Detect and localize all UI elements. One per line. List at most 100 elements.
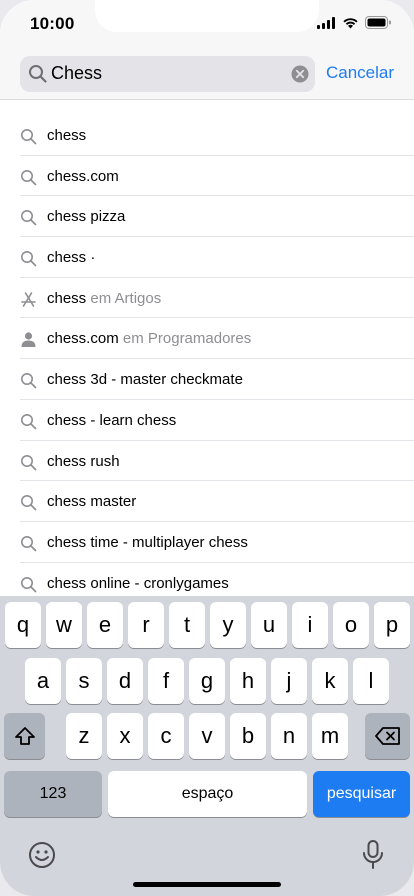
cancel-button[interactable]: Cancelar bbox=[326, 63, 394, 83]
wifi-icon bbox=[343, 17, 358, 28]
clear-icon[interactable] bbox=[291, 65, 309, 83]
suggestion-text: chess em Artigos bbox=[47, 290, 161, 307]
key-u[interactable]: u bbox=[251, 602, 287, 648]
suggestion-row[interactable]: chess - learn chess bbox=[0, 400, 414, 441]
person-icon bbox=[21, 332, 36, 348]
suggestion-text: chess pizza bbox=[47, 208, 125, 225]
status-icons bbox=[317, 16, 392, 29]
suggestion-row[interactable]: chess pizza bbox=[0, 196, 414, 238]
battery-icon bbox=[365, 16, 391, 29]
suggestion-label: chess bbox=[47, 289, 87, 307]
signal-icon bbox=[317, 16, 335, 29]
key-t[interactable]: t bbox=[169, 602, 205, 648]
key-r[interactable]: r bbox=[128, 602, 164, 648]
numbers-key[interactable]: 123 bbox=[4, 771, 102, 817]
suggestion-row[interactable]: chess master bbox=[0, 481, 414, 522]
key-k[interactable]: k bbox=[312, 658, 348, 704]
app-store-icon bbox=[21, 291, 36, 307]
search-icon bbox=[21, 210, 37, 226]
search-icon bbox=[21, 251, 37, 267]
search-icon bbox=[21, 169, 37, 186]
key-g[interactable]: g bbox=[189, 658, 225, 704]
key-x[interactable]: x bbox=[107, 713, 143, 759]
keyboard: 123 espaço pesquisar qwertyuiop asdfghjkl… bbox=[0, 596, 414, 896]
shift-key[interactable] bbox=[4, 713, 45, 759]
space-key[interactable]: espaço bbox=[108, 771, 307, 817]
search-icon bbox=[29, 65, 47, 83]
key-z[interactable]: z bbox=[66, 713, 102, 759]
key-b[interactable]: b bbox=[230, 713, 266, 759]
suggestion-text: chess.com bbox=[47, 168, 119, 185]
key-s[interactable]: s bbox=[66, 658, 102, 704]
suggestion-label: chess · bbox=[47, 249, 96, 267]
suggestion-text: chess online - cronlygames bbox=[47, 575, 229, 592]
suggestion-row[interactable]: chess rush bbox=[0, 441, 414, 482]
microphone-icon[interactable] bbox=[361, 839, 385, 871]
suggestion-row[interactable]: chess 3d - master checkmate bbox=[0, 359, 414, 400]
suggestion-label: chess pizza bbox=[47, 208, 126, 226]
key-m[interactable]: m bbox=[312, 713, 348, 759]
suggestion-row[interactable]: chess time - multiplayer chess bbox=[0, 522, 414, 563]
search-icon bbox=[21, 535, 37, 552]
search-key[interactable]: pesquisar bbox=[313, 771, 410, 817]
suggestion-text: chess master bbox=[47, 493, 136, 510]
key-a[interactable]: a bbox=[25, 658, 61, 704]
delete-key[interactable] bbox=[365, 713, 410, 759]
backspace-icon bbox=[374, 727, 400, 745]
suggestion-row[interactable]: chess · bbox=[0, 237, 414, 278]
suggestion-label: chess bbox=[47, 127, 87, 144]
header: 10:00 Chess Cancelar bbox=[0, 0, 414, 100]
suggestion-text: chess - learn chess bbox=[47, 412, 176, 429]
key-d[interactable]: d bbox=[107, 658, 143, 704]
home-indicator bbox=[133, 882, 281, 887]
key-i[interactable]: i bbox=[292, 602, 328, 648]
key-j[interactable]: j bbox=[271, 658, 307, 704]
suggestion-text: chess rush bbox=[47, 453, 120, 470]
search-icon bbox=[21, 576, 37, 592]
suggestion-text: chess 3d - master checkmate bbox=[47, 371, 243, 388]
search-field[interactable]: Chess bbox=[20, 56, 315, 92]
suggestion-label: chess.com bbox=[47, 330, 119, 348]
key-w[interactable]: w bbox=[46, 602, 82, 648]
search-icon bbox=[21, 495, 37, 511]
search-icon bbox=[21, 129, 37, 145]
key-y[interactable]: y bbox=[210, 602, 246, 648]
suggestion-category: em Programadores bbox=[122, 330, 252, 348]
suggestion-label: chess.com bbox=[47, 167, 119, 185]
key-o[interactable]: o bbox=[333, 602, 369, 648]
suggestion-label: chess master bbox=[47, 493, 137, 511]
key-q[interactable]: q bbox=[5, 602, 41, 648]
suggestion-label: chess 3d - master checkmate bbox=[47, 371, 243, 389]
suggestion-row[interactable]: chess.com em Programadores bbox=[0, 318, 414, 360]
search-icon bbox=[21, 454, 37, 470]
key-n[interactable]: n bbox=[271, 713, 307, 759]
suggestion-list: chess chess.com chess pizza chess · chess em… bbox=[0, 115, 414, 604]
key-v[interactable]: v bbox=[189, 713, 225, 759]
suggestion-row[interactable]: chess bbox=[0, 115, 414, 156]
key-h[interactable]: h bbox=[230, 658, 266, 704]
shift-icon bbox=[14, 727, 35, 745]
suggestion-label: chess time - multiplayer chess bbox=[47, 533, 248, 551]
notch bbox=[95, 0, 319, 32]
search-input[interactable]: Chess bbox=[51, 63, 102, 84]
search-icon bbox=[21, 413, 37, 430]
suggestion-row[interactable]: chess em Artigos bbox=[0, 278, 414, 319]
suggestion-text: chess time - multiplayer chess bbox=[47, 534, 248, 551]
suggestion-category: em Artigos bbox=[90, 289, 162, 307]
suggestion-text: chess.com em Programadores bbox=[47, 330, 251, 347]
suggestion-label: chess online - cronlygames bbox=[47, 574, 229, 592]
suggestion-label: chess - learn chess bbox=[47, 411, 177, 429]
suggestion-text: chess · bbox=[47, 249, 95, 266]
suggestion-row[interactable]: chess.com bbox=[0, 156, 414, 197]
key-e[interactable]: e bbox=[87, 602, 123, 648]
emoji-icon[interactable] bbox=[28, 841, 56, 869]
status-time: 10:00 bbox=[30, 14, 75, 33]
key-c[interactable]: c bbox=[148, 713, 184, 759]
suggestion-label: chess rush bbox=[47, 452, 120, 470]
key-p[interactable]: p bbox=[374, 602, 410, 648]
key-f[interactable]: f bbox=[148, 658, 184, 704]
search-icon bbox=[21, 373, 37, 389]
key-l[interactable]: l bbox=[353, 658, 389, 704]
screen: 10:00 Chess Cancelar chess chess.com che… bbox=[0, 0, 414, 896]
suggestion-text: chess bbox=[47, 127, 86, 144]
